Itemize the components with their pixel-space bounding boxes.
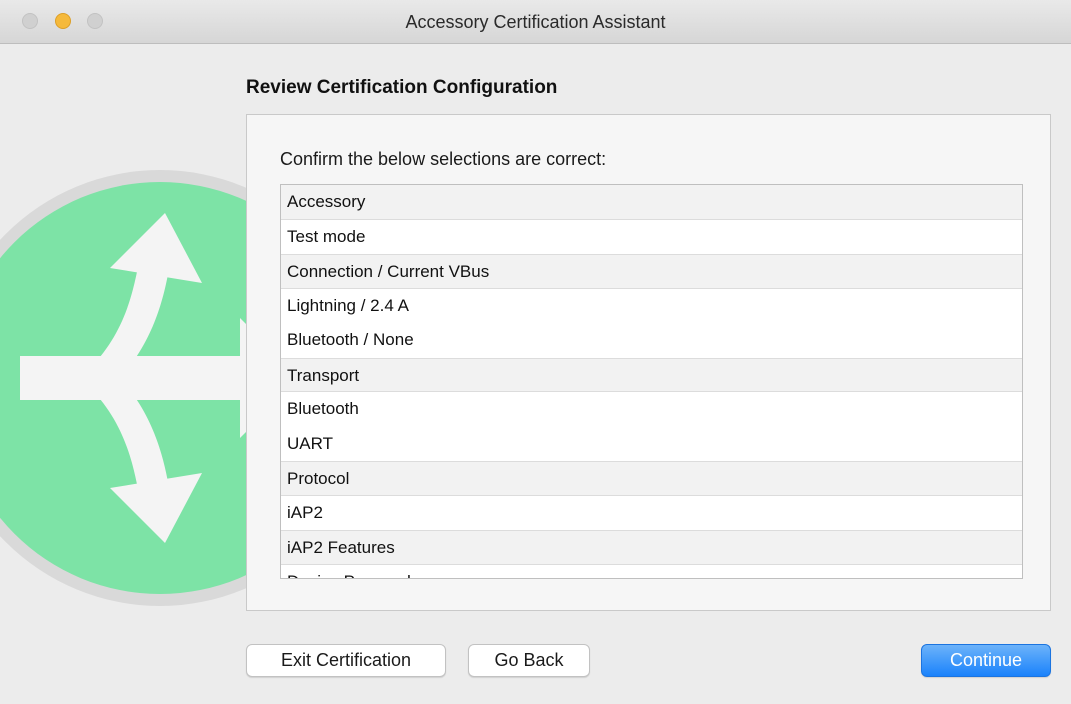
page-title: Review Certification Configuration (246, 77, 558, 98)
list-section-header: iAP2 Features (281, 530, 1022, 565)
window-title: Accessory Certification Assistant (405, 12, 666, 32)
list-item[interactable]: Lightning / 2.4 A (281, 289, 1022, 324)
list-section-header: Transport (281, 357, 1022, 392)
list-item[interactable]: Test mode (281, 220, 1022, 255)
selection-list-content: Accessory Test mode Connection / Current V… (281, 185, 1022, 579)
list-item[interactable]: Bluetooth (281, 392, 1022, 427)
window: Accessory Certification Assistant Review… (0, 0, 1071, 704)
continue-button[interactable]: Continue (921, 644, 1051, 677)
review-panel: Confirm the below selections are correct… (246, 114, 1051, 611)
list-item[interactable]: Bluetooth / None (281, 323, 1022, 358)
exit-certification-button[interactable]: Exit Certification (246, 644, 446, 677)
list-section-header: Accessory (281, 185, 1022, 220)
list-section-header: Connection / Current VBus (281, 254, 1022, 289)
go-back-button[interactable]: Go Back (468, 644, 590, 677)
title-bar: Accessory Certification Assistant (0, 0, 1071, 44)
list-item[interactable]: Device Powered (281, 565, 1022, 579)
list-section-header: Protocol (281, 461, 1022, 496)
instruction-text: Confirm the below selections are correct… (280, 149, 607, 169)
selection-list[interactable]: Accessory Test mode Connection / Current V… (280, 184, 1023, 579)
list-item[interactable]: iAP2 (281, 496, 1022, 531)
list-item[interactable]: UART (281, 427, 1022, 462)
